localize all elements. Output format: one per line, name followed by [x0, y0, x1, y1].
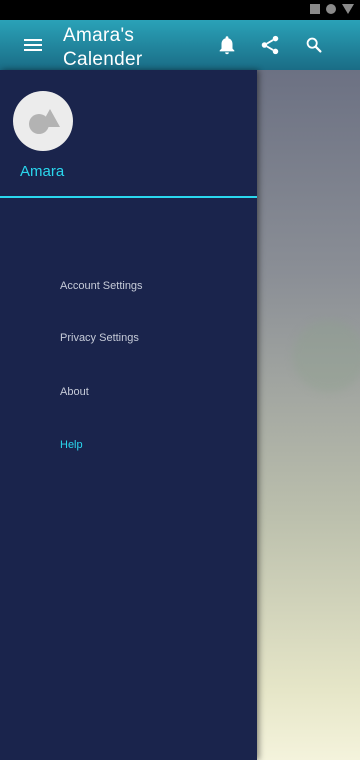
square-icon — [310, 4, 320, 14]
app-title: Amara's Calender — [63, 25, 143, 70]
user-name: Amara — [20, 163, 65, 180]
nav-item-help[interactable]: Help — [60, 439, 83, 451]
status-bar — [0, 0, 360, 20]
drawer-divider — [0, 196, 257, 198]
app-bar: Amara's Calender — [0, 20, 360, 70]
nav-item-account-settings[interactable]: Account Settings — [60, 280, 143, 292]
nav-item-about[interactable]: About — [60, 386, 89, 398]
background-shape — [293, 320, 360, 392]
circle-icon — [326, 4, 336, 14]
menu-icon[interactable] — [24, 39, 44, 53]
bell-icon[interactable] — [216, 34, 238, 56]
shapes-icon — [29, 109, 60, 134]
calendar-background[interactable] — [257, 70, 360, 760]
avatar[interactable] — [13, 91, 73, 151]
status-icons — [310, 4, 354, 14]
navigation-drawer: Amara Account Settings Privacy Settings … — [0, 70, 257, 760]
triangle-icon — [342, 4, 354, 14]
nav-item-privacy-settings[interactable]: Privacy Settings — [60, 332, 139, 344]
share-icon[interactable] — [259, 34, 281, 56]
search-icon[interactable] — [303, 34, 325, 56]
